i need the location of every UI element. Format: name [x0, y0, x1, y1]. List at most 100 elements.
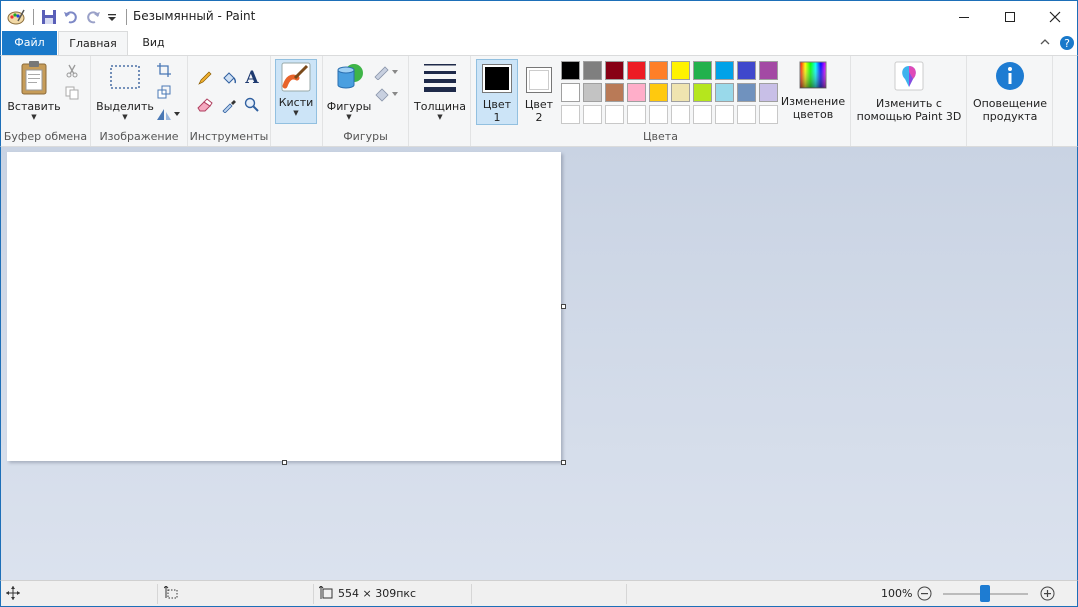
tab-home[interactable]: Главная: [58, 31, 128, 56]
palette-swatch[interactable]: [759, 61, 778, 80]
palette-swatch[interactable]: [693, 61, 712, 80]
palette-custom-slot[interactable]: [605, 105, 624, 124]
palette-swatch[interactable]: [715, 83, 734, 102]
crop-icon[interactable]: [155, 61, 173, 79]
status-divider: [157, 584, 158, 604]
maximize-button[interactable]: [987, 1, 1033, 32]
undo-icon[interactable]: [62, 8, 80, 26]
palette-swatch[interactable]: [759, 83, 778, 102]
resize-handle-right[interactable]: [561, 304, 566, 309]
palette-swatch[interactable]: [715, 61, 734, 80]
shapes-label: Фигуры: [326, 100, 372, 113]
group-tools: A Инструменты: [188, 56, 271, 146]
copy-icon[interactable]: [63, 84, 81, 102]
tab-view[interactable]: Вид: [131, 31, 176, 55]
help-icon[interactable]: ?: [1059, 35, 1075, 51]
palette-swatch[interactable]: [627, 61, 646, 80]
palette-swatch[interactable]: [605, 61, 624, 80]
brushes-button[interactable]: Кисти ▼: [275, 59, 317, 124]
text-icon[interactable]: A: [243, 68, 261, 88]
magnifier-icon[interactable]: [243, 96, 261, 114]
zoom-in-button[interactable]: [1040, 586, 1056, 602]
palette-swatch[interactable]: [605, 83, 624, 102]
canvas-area[interactable]: [0, 147, 1078, 580]
info-icon: [996, 62, 1024, 90]
paint3d-line1: Изменить с: [876, 97, 942, 110]
colors-group-label: Цвета: [643, 130, 678, 143]
pencil-icon[interactable]: [196, 69, 214, 87]
tab-file[interactable]: Файл: [2, 31, 57, 55]
palette-swatch[interactable]: [561, 61, 580, 80]
paint3d-icon: [894, 61, 924, 91]
status-divider: [471, 584, 472, 604]
product-alert-line1: Оповещение: [972, 97, 1048, 110]
outline-icon[interactable]: [373, 63, 399, 81]
redo-icon[interactable]: [84, 8, 102, 26]
shapes-icon: [337, 64, 363, 89]
palette-swatch[interactable]: [583, 83, 602, 102]
palette-custom-slot[interactable]: [627, 105, 646, 124]
group-colors: Цвет 1 Цвет 2 Изменение цветов Цвета: [471, 56, 851, 146]
color-spectrum-icon: [799, 61, 827, 89]
paint3d-line2: помощью Paint 3D: [856, 110, 962, 123]
palette-custom-slot[interactable]: [583, 105, 602, 124]
group-brushes: Кисти ▼: [271, 56, 323, 146]
paint3d-button[interactable]: Изменить с помощью Paint 3D: [855, 60, 963, 123]
palette-swatch[interactable]: [737, 61, 756, 80]
minimize-button[interactable]: [941, 1, 987, 32]
color-picker-icon[interactable]: [220, 96, 238, 114]
paint-app-icon[interactable]: [7, 8, 25, 26]
edit-colors-button[interactable]: Изменение цветов: [779, 60, 847, 121]
resize-handle-bottom[interactable]: [282, 460, 287, 465]
product-alert-button[interactable]: Оповещение продукта: [969, 60, 1051, 123]
group-size: Толщина ▼: [409, 56, 471, 146]
size-button[interactable]: Толщина ▼: [412, 60, 468, 121]
palette-swatch[interactable]: [561, 83, 580, 102]
close-button[interactable]: [1032, 1, 1078, 32]
selection-icon: [110, 65, 140, 89]
palette-swatch[interactable]: [693, 83, 712, 102]
chevron-down-icon: ▼: [31, 113, 37, 121]
zoom-slider-thumb[interactable]: [980, 585, 990, 602]
customize-qat-icon[interactable]: [106, 8, 118, 26]
drawing-canvas[interactable]: [7, 152, 561, 461]
palette-custom-slot[interactable]: [561, 105, 580, 124]
palette-custom-slot[interactable]: [671, 105, 690, 124]
color1-button[interactable]: Цвет 1: [476, 59, 518, 125]
palette-swatch[interactable]: [649, 83, 668, 102]
resize-icon[interactable]: [155, 83, 173, 101]
palette-swatch[interactable]: [671, 61, 690, 80]
palette-custom-slot[interactable]: [693, 105, 712, 124]
resize-handle-corner[interactable]: [561, 460, 566, 465]
shapes-button[interactable]: Фигуры ▼: [327, 60, 371, 121]
palette-custom-slot[interactable]: [759, 105, 778, 124]
line-width-icon: [424, 64, 456, 92]
image-group-label: Изображение: [99, 130, 179, 143]
color2-button[interactable]: Цвет 2: [520, 59, 558, 125]
cursor-position-icon: [6, 586, 20, 600]
zoom-level-text: 100%: [881, 587, 913, 600]
palette-swatch[interactable]: [737, 83, 756, 102]
palette-swatch[interactable]: [649, 61, 668, 80]
rotate-icon[interactable]: [155, 105, 181, 123]
palette-swatch[interactable]: [627, 83, 646, 102]
eraser-icon[interactable]: [196, 96, 214, 114]
paste-button[interactable]: Вставить ▼: [7, 60, 61, 121]
cut-icon[interactable]: [63, 62, 81, 80]
save-icon[interactable]: [40, 8, 58, 26]
status-bar: 554 × 309пкс 100%: [0, 580, 1078, 607]
palette-custom-slot[interactable]: [649, 105, 668, 124]
zoom-out-button[interactable]: [917, 586, 933, 602]
canvas-size-text: 554 × 309пкс: [338, 587, 417, 600]
palette-custom-slot[interactable]: [737, 105, 756, 124]
selection-size-icon: [163, 585, 178, 600]
palette-swatch[interactable]: [671, 83, 690, 102]
palette-custom-slot[interactable]: [715, 105, 734, 124]
fill-bucket-icon[interactable]: [220, 69, 238, 87]
group-paint3d: Изменить с помощью Paint 3D: [851, 56, 967, 146]
collapse-ribbon-icon[interactable]: [1039, 36, 1053, 50]
palette-swatch[interactable]: [583, 61, 602, 80]
fill-icon[interactable]: [373, 85, 399, 103]
group-clipboard: Вставить ▼ Буфер обмена: [1, 56, 91, 146]
select-button[interactable]: Выделить ▼: [95, 60, 155, 121]
